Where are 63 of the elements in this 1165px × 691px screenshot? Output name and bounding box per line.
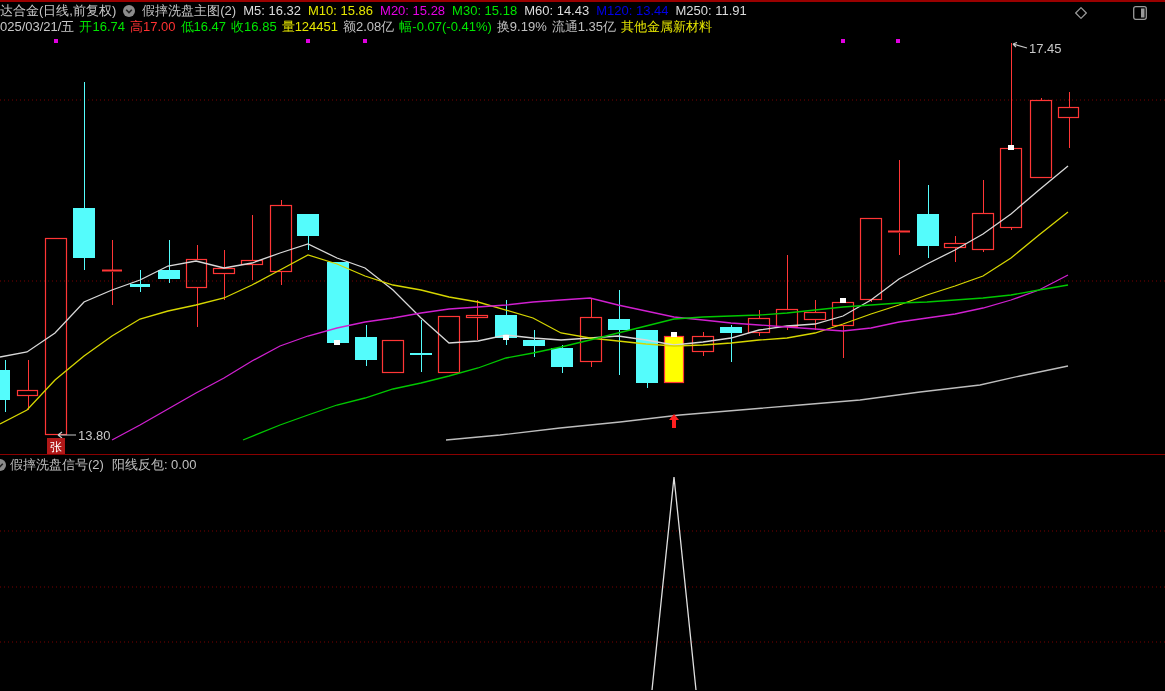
candlestick	[551, 344, 573, 374]
quote-field: 高17.00	[130, 19, 176, 35]
indicator-value: 阳线反包: 0.00	[111, 457, 197, 473]
quote-field: 流通1.35亿	[551, 19, 616, 35]
candlestick	[355, 324, 377, 367]
square-marker-icon	[334, 340, 340, 345]
candlestick	[212, 249, 236, 301]
candlestick	[943, 235, 967, 263]
moving-average-value: M250: 11.91	[675, 3, 747, 19]
candlestick	[691, 331, 715, 357]
stock-title: 达合金(日线,前复权)	[0, 3, 117, 19]
candlestick	[720, 324, 742, 363]
quote-field: 幅-0.07(-0.41%)	[399, 19, 492, 35]
quote-field: 换9.19%	[496, 19, 547, 35]
quote-field: 收16.85	[231, 19, 277, 35]
square-marker-icon	[671, 332, 677, 337]
signal-badge: 张	[47, 438, 65, 454]
leader-arrow	[1012, 41, 1028, 49]
moving-average-value: M10: 15.86	[308, 3, 374, 19]
candlestick	[0, 359, 10, 413]
dropdown-icon[interactable]	[0, 459, 6, 471]
candlestick	[465, 299, 489, 341]
quote-field: 开16.74	[79, 19, 125, 35]
moving-average-value: M20: 15.28	[380, 3, 446, 19]
square-marker-icon	[503, 335, 509, 340]
moving-average-value: M30: 15.18	[452, 3, 518, 19]
candlestick	[495, 299, 517, 346]
up-arrow-icon	[669, 414, 679, 428]
candlestick	[663, 333, 685, 384]
candlestick	[130, 269, 150, 293]
candlestick	[579, 297, 603, 368]
indicator-name: 假摔洗盘信号(2)	[10, 457, 104, 473]
candlestick	[437, 315, 461, 374]
candlestick	[381, 339, 405, 374]
quote-field: 其他金属新材料	[621, 19, 712, 35]
candlestick	[101, 239, 123, 306]
moving-average-value: M120: 13.44	[596, 3, 669, 19]
leader-arrow	[57, 431, 77, 439]
candlestick	[523, 329, 545, 358]
moving-average-value: M5: 16.32	[243, 3, 301, 19]
candlestick	[16, 359, 39, 411]
price-label: 17.45	[1029, 41, 1062, 56]
candlestick	[803, 299, 827, 331]
candlestick	[636, 329, 658, 389]
square-marker-icon	[840, 298, 846, 303]
price-label: 13.80	[78, 428, 111, 443]
quote-field: 低16.47	[180, 19, 227, 35]
moving-average-value: M60: 14.43	[524, 3, 590, 19]
indicator-name: 假摔洗盘主图(2)	[142, 3, 237, 19]
candlestick	[831, 299, 855, 359]
square-marker-icon	[1008, 145, 1014, 150]
candlestick	[410, 319, 432, 373]
dropdown-icon[interactable]	[123, 5, 136, 17]
date-label: 025/03/21/五	[0, 19, 75, 35]
quote-field: 量124451	[281, 19, 339, 35]
candlestick	[1057, 91, 1080, 149]
quote-field: 额2.08亿	[343, 19, 395, 35]
diamond-icon[interactable]	[1075, 7, 1087, 19]
candlestick	[747, 309, 771, 337]
candlestick	[158, 239, 180, 284]
panel-toggle-icon[interactable]	[1133, 6, 1147, 20]
candlestick	[297, 213, 319, 251]
candlestick	[240, 214, 264, 281]
